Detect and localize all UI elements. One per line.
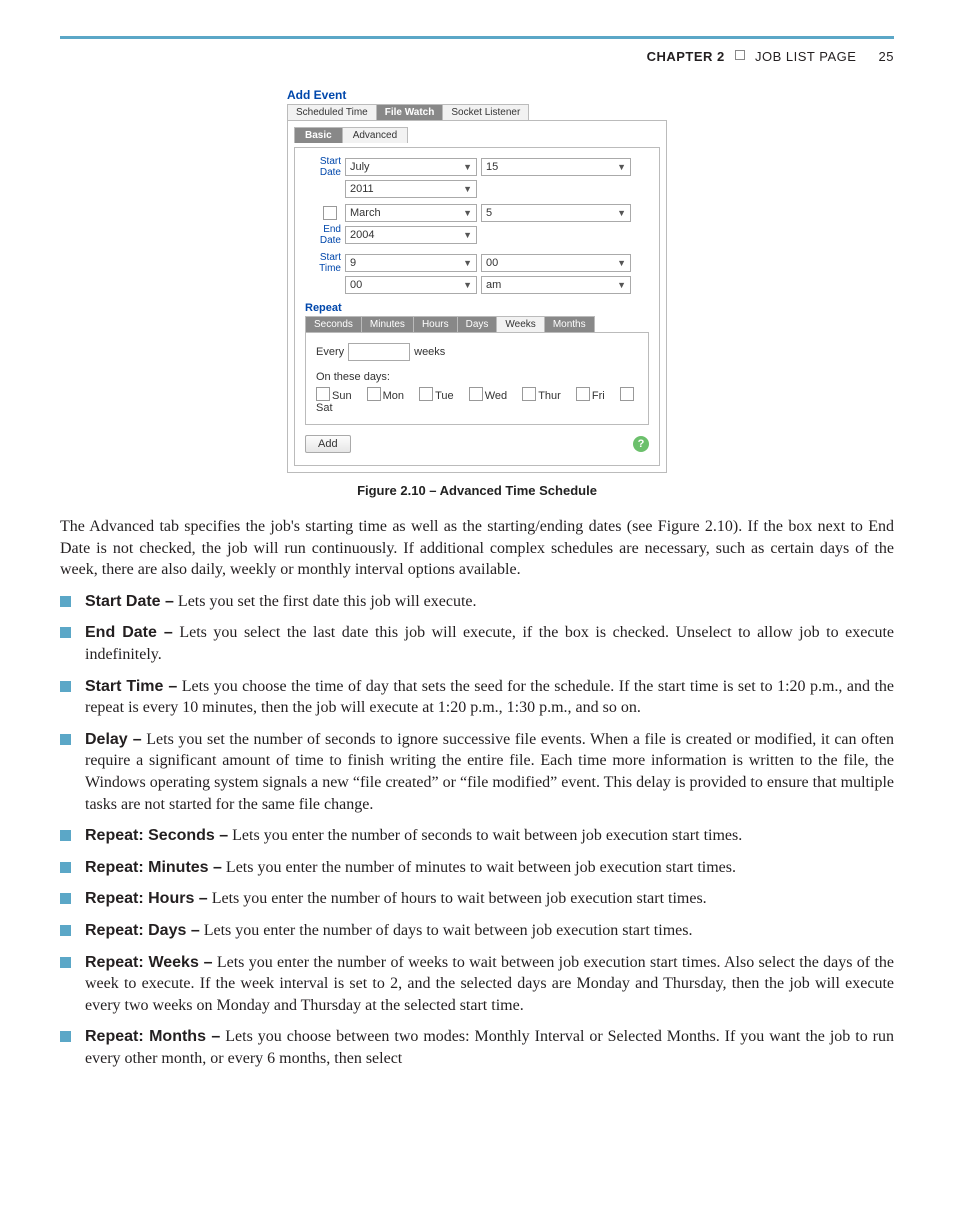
- start-month-select[interactable]: July ▼: [345, 158, 477, 176]
- section-title: JOB LIST PAGE: [755, 49, 856, 64]
- ampm-select[interactable]: am ▼: [481, 276, 631, 294]
- start-month-value: July: [350, 161, 370, 173]
- start-min-select[interactable]: 00 ▼: [481, 254, 631, 272]
- list-item: Start Time – Lets you choose the time of…: [85, 676, 894, 719]
- days-header: On these days:: [316, 371, 638, 383]
- square-bullet-icon: [60, 830, 71, 841]
- square-bullet-icon: [60, 627, 71, 638]
- chevron-down-icon: ▼: [463, 162, 472, 172]
- dialog-outer-tabs: Scheduled Time File Watch Socket Listene…: [287, 104, 667, 120]
- square-divider-icon: [735, 50, 745, 60]
- every-label: Every: [316, 346, 344, 358]
- start-day-select[interactable]: 15 ▼: [481, 158, 631, 176]
- end-month-value: March: [350, 207, 381, 219]
- tab-socket-listener[interactable]: Socket Listener: [442, 104, 529, 120]
- chevron-down-icon: ▼: [463, 230, 472, 240]
- square-bullet-icon: [60, 925, 71, 936]
- list-item: Start Date – Lets you set the first date…: [85, 591, 894, 613]
- start-date-label: StartDate: [305, 156, 345, 178]
- chapter-label: CHAPTER 2: [647, 49, 725, 64]
- tab-seconds[interactable]: Seconds: [305, 316, 362, 332]
- square-bullet-icon: [60, 734, 71, 745]
- tab-weeks[interactable]: Weeks: [496, 316, 544, 332]
- chevron-down-icon: ▼: [463, 258, 472, 268]
- list-item: Repeat: Minutes – Lets you enter the num…: [85, 857, 894, 879]
- checkbox-fri[interactable]: [576, 387, 590, 401]
- feature-list: Start Date – Lets you set the first date…: [60, 591, 894, 1070]
- repeat-label: Repeat: [305, 302, 649, 314]
- start-sec-select[interactable]: 00 ▼: [345, 276, 477, 294]
- chevron-down-icon: ▼: [617, 258, 626, 268]
- square-bullet-icon: [60, 893, 71, 904]
- tab-basic[interactable]: Basic: [294, 127, 343, 143]
- square-bullet-icon: [60, 596, 71, 607]
- start-hour-value: 9: [350, 257, 356, 269]
- end-date-checkbox[interactable]: [323, 206, 337, 220]
- start-hour-select[interactable]: 9 ▼: [345, 254, 477, 272]
- start-sec-value: 00: [350, 279, 362, 291]
- list-item: Delay – Lets you set the number of secon…: [85, 729, 894, 815]
- tab-advanced[interactable]: Advanced: [342, 127, 408, 143]
- checkbox-mon[interactable]: [367, 387, 381, 401]
- end-month-select[interactable]: March ▼: [345, 204, 477, 222]
- tab-file-watch[interactable]: File Watch: [376, 104, 444, 120]
- list-item: Repeat: Seconds – Lets you enter the num…: [85, 825, 894, 847]
- weeks-suffix: weeks: [414, 346, 445, 358]
- dialog-title: Add Event: [287, 88, 667, 102]
- square-bullet-icon: [60, 862, 71, 873]
- list-item: Repeat: Days – Lets you enter the number…: [85, 920, 894, 942]
- square-bullet-icon: [60, 957, 71, 968]
- checkbox-sun[interactable]: [316, 387, 330, 401]
- repeat-tabs: Seconds Minutes Hours Days Weeks Months: [305, 316, 649, 332]
- ampm-value: am: [486, 279, 501, 291]
- dialog-inner-tabs: Basic Advanced: [294, 127, 660, 143]
- running-header: CHAPTER 2 JOB LIST PAGE 25: [60, 36, 894, 64]
- chevron-down-icon: ▼: [617, 162, 626, 172]
- tab-minutes[interactable]: Minutes: [361, 316, 414, 332]
- intro-paragraph: The Advanced tab specifies the job's sta…: [60, 516, 894, 581]
- every-input[interactable]: [348, 343, 410, 361]
- start-min-value: 00: [486, 257, 498, 269]
- end-year-select[interactable]: 2004 ▼: [345, 226, 477, 244]
- start-day-value: 15: [486, 161, 498, 173]
- start-year-select[interactable]: 2011 ▼: [345, 180, 477, 198]
- end-day-select[interactable]: 5 ▼: [481, 204, 631, 222]
- end-year-value: 2004: [350, 229, 374, 241]
- help-icon[interactable]: ?: [633, 436, 649, 452]
- list-item: Repeat: Hours – Lets you enter the numbe…: [85, 888, 894, 910]
- start-time-label: StartTime: [305, 252, 345, 274]
- day-checkbox-row: Sun Mon Tue Wed Thur Fri Sat: [316, 387, 638, 414]
- square-bullet-icon: [60, 681, 71, 692]
- start-year-value: 2011: [350, 183, 374, 195]
- figure-caption: Figure 2.10 – Advanced Time Schedule: [60, 483, 894, 498]
- chevron-down-icon: ▼: [617, 208, 626, 218]
- page-number: 25: [879, 49, 894, 64]
- end-date-label: EndDate: [305, 224, 345, 246]
- tab-days[interactable]: Days: [457, 316, 498, 332]
- checkbox-sat[interactable]: [620, 387, 634, 401]
- checkbox-wed[interactable]: [469, 387, 483, 401]
- list-item: End Date – Lets you select the last date…: [85, 622, 894, 665]
- list-item: Repeat: Weeks – Lets you enter the numbe…: [85, 952, 894, 1017]
- checkbox-tue[interactable]: [419, 387, 433, 401]
- chevron-down-icon: ▼: [463, 208, 472, 218]
- checkbox-thur[interactable]: [522, 387, 536, 401]
- add-button[interactable]: Add: [305, 435, 351, 453]
- tab-scheduled-time[interactable]: Scheduled Time: [287, 104, 377, 120]
- chevron-down-icon: ▼: [463, 184, 472, 194]
- add-event-dialog: Add Event Scheduled Time File Watch Sock…: [287, 88, 667, 473]
- tab-months[interactable]: Months: [544, 316, 595, 332]
- chevron-down-icon: ▼: [617, 280, 626, 290]
- chevron-down-icon: ▼: [463, 280, 472, 290]
- end-day-value: 5: [486, 207, 492, 219]
- square-bullet-icon: [60, 1031, 71, 1042]
- tab-hours[interactable]: Hours: [413, 316, 458, 332]
- list-item: Repeat: Months – Lets you choose between…: [85, 1026, 894, 1069]
